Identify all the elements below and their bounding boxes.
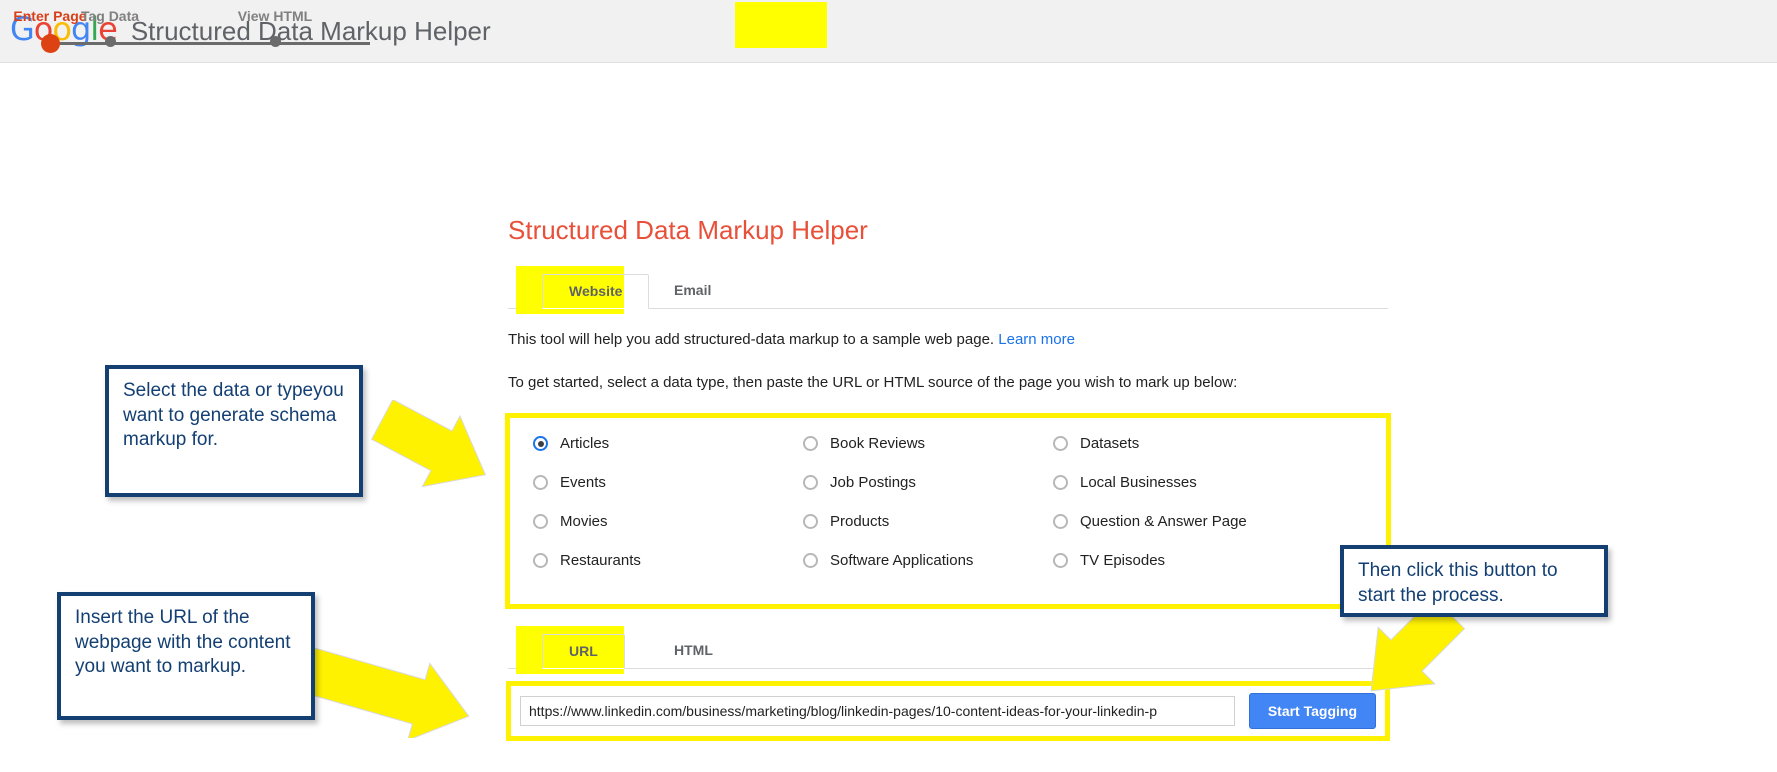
radio-software-applications[interactable]: Software Applications — [803, 552, 1053, 569]
radio-dot-icon — [1053, 553, 1068, 568]
radio-articles[interactable]: Articles — [533, 435, 803, 452]
tab-html[interactable]: HTML — [648, 634, 739, 667]
page-title: Structured Data Markup Helper — [508, 215, 1388, 246]
step-dot-icon — [270, 36, 281, 47]
url-input[interactable] — [520, 696, 1235, 726]
step-view-html[interactable]: View HTML — [210, 8, 340, 52]
step-label: Tag Data — [45, 8, 175, 24]
radio-dot-icon — [803, 475, 818, 490]
arrow-start-button — [1345, 600, 1475, 730]
callout-select-data-type: Select the data or typeyou want to gener… — [105, 365, 363, 497]
radio-job-postings[interactable]: Job Postings — [803, 474, 1053, 491]
radio-label: Datasets — [1080, 435, 1139, 452]
data-type-group: Articles Book Reviews Datasets Events Jo… — [508, 416, 1388, 606]
radio-events[interactable]: Events — [533, 474, 803, 491]
tab-email[interactable]: Email — [648, 274, 737, 307]
radio-dot-icon — [1053, 475, 1068, 490]
intro-text: This tool will help you add structured-d… — [508, 329, 1388, 352]
radio-restaurants[interactable]: Restaurants — [533, 552, 803, 569]
radio-dot-icon — [533, 553, 548, 568]
radio-products[interactable]: Products — [803, 513, 1053, 530]
radio-movies[interactable]: Movies — [533, 513, 803, 530]
url-input-row: Start Tagging — [508, 683, 1388, 739]
url-section: URL HTML Start Tagging — [508, 634, 1388, 739]
learn-more-link[interactable]: Learn more — [998, 331, 1075, 348]
source-tabs: Website Email — [508, 274, 1388, 309]
callout-insert-url: Insert the URL of the webpage with the c… — [57, 592, 315, 720]
radio-label: Job Postings — [830, 474, 916, 491]
radio-label: Products — [830, 513, 889, 530]
step-tag-data[interactable]: Tag Data — [45, 8, 175, 52]
arrow-url-input — [300, 648, 480, 738]
enter-page-highlight — [735, 2, 827, 48]
intro-sentence: This tool will help you add structured-d… — [508, 331, 994, 348]
radio-dot-icon — [803, 514, 818, 529]
radio-label: TV Episodes — [1080, 552, 1165, 569]
tab-label: Website — [569, 283, 622, 299]
tab-url[interactable]: URL — [542, 634, 625, 669]
radio-label: Book Reviews — [830, 435, 925, 452]
main-content: Structured Data Markup Helper Website Em… — [508, 215, 1388, 739]
instruction-text: To get started, select a data type, then… — [508, 372, 1388, 395]
input-tabs: URL HTML — [508, 634, 1388, 669]
radio-label: Software Applications — [830, 552, 973, 569]
app-header: Google Structured Data Markup Helper Ent… — [0, 0, 1777, 63]
radio-book-reviews[interactable]: Book Reviews — [803, 435, 1053, 452]
radio-dot-icon — [803, 436, 818, 451]
callout-click-button: Then click this button to start the proc… — [1340, 545, 1608, 617]
page-root: Google Structured Data Markup Helper Ent… — [0, 0, 1777, 772]
radio-label: Restaurants — [560, 552, 641, 569]
tab-website[interactable]: Website — [542, 274, 649, 309]
radio-dot-icon — [803, 553, 818, 568]
radio-datasets[interactable]: Datasets — [1053, 435, 1363, 452]
tab-label: HTML — [674, 642, 713, 658]
step-label: View HTML — [210, 8, 340, 24]
radio-label: Events — [560, 474, 606, 491]
radio-label: Question & Answer Page — [1080, 513, 1247, 530]
radio-dot-icon — [533, 514, 548, 529]
tab-label: URL — [569, 643, 598, 659]
radio-label: Articles — [560, 435, 609, 452]
progress-stepper: Enter Page Tag Data View HTML — [0, 0, 420, 62]
radio-tv-episodes[interactable]: TV Episodes — [1053, 552, 1363, 569]
radio-dot-icon — [533, 475, 548, 490]
data-type-grid: Articles Book Reviews Datasets Events Jo… — [533, 435, 1363, 569]
radio-question-answer-page[interactable]: Question & Answer Page — [1053, 513, 1363, 530]
radio-dot-icon — [1053, 514, 1068, 529]
tab-label: Email — [674, 282, 711, 298]
radio-local-businesses[interactable]: Local Businesses — [1053, 474, 1363, 491]
radio-dot-icon — [1053, 436, 1068, 451]
step-dot-icon — [105, 36, 116, 47]
radio-dot-icon — [533, 436, 548, 451]
radio-label: Movies — [560, 513, 608, 530]
radio-label: Local Businesses — [1080, 474, 1197, 491]
arrow-data-type — [370, 400, 500, 510]
